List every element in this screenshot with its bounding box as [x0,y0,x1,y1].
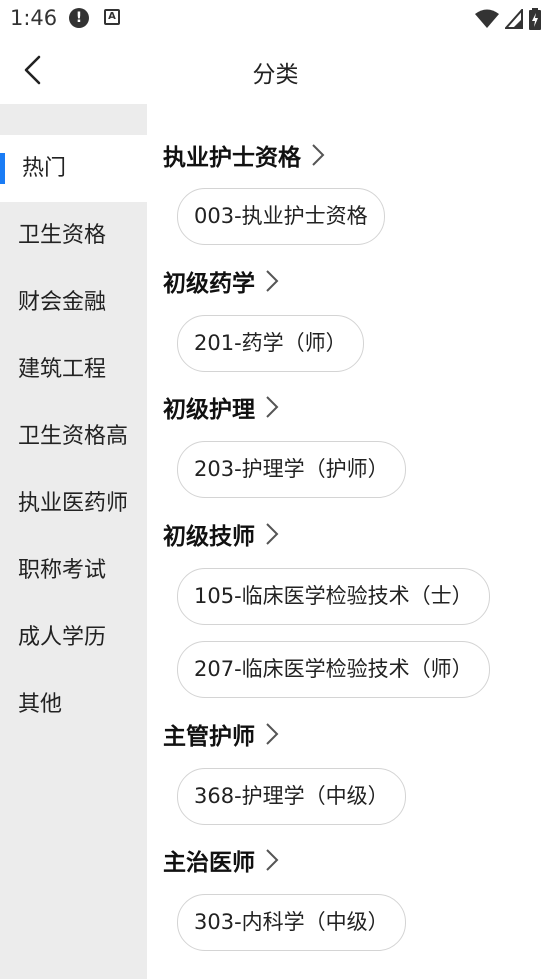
alert-icon: ! [69,8,89,28]
sidebar-item-label: 热门 [22,156,67,181]
status-time: 1:46 [10,6,58,30]
exam-chip[interactable]: 203-护理学（护师） [177,441,406,498]
section-title-charge-nurse[interactable]: 主管护师 [163,717,279,751]
sidebar-item-other[interactable]: 其他 [0,671,147,738]
app-header: 分类 [0,36,551,104]
exam-chip[interactable]: 105-临床医学检验技术（士） [177,568,490,625]
exam-chip[interactable]: 207-临床医学检验技术（师） [177,641,490,698]
exam-chip[interactable]: 303-内科学（中级） [177,894,406,951]
exam-chip[interactable]: 201-药学（师） [177,315,364,372]
chevron-right-icon [266,723,279,745]
status-icons [475,8,541,30]
section-title-junior-pharmacy[interactable]: 初级药学 [163,264,279,298]
section-title-text: 主管护师 [163,724,255,750]
exam-chip[interactable]: 368-护理学（中级） [177,768,406,825]
sidebar-item-label: 职称考试 [18,558,107,583]
page-title: 分类 [252,62,299,88]
sidebar-item-label: 成人学历 [18,625,107,650]
section-title-text: 主治医师 [163,850,255,876]
sidebar-item-label: 卫生资格高 [18,424,129,449]
sidebar-item-health-senior[interactable]: 卫生资格高 [0,403,147,470]
section-title-text: 初级药学 [163,271,255,297]
sidebar-item-professional-title[interactable]: 职称考试 [0,537,147,604]
sidebar-item-pharmacist[interactable]: 执业医药师 [0,470,147,537]
sidebar-item-health-qualification[interactable]: 卫生资格 [0,202,147,269]
section-title-junior-technician[interactable]: 初级技师 [163,517,279,551]
section-title-text: 初级技师 [163,524,255,550]
sidebar-item-label: 财会金融 [18,290,107,315]
battery-icon [529,8,541,30]
active-indicator [0,153,5,184]
wifi-icon [475,9,499,28]
category-sidebar: 热门 卫生资格 财会金融 建筑工程 卫生资格高 执业医药师 职称考试 成人学历 … [0,104,147,979]
section-title-nurse[interactable]: 执业护士资格 [163,138,325,172]
a-notification-icon: A [104,9,120,25]
section-title-text: 初级护理 [163,397,255,423]
chevron-right-icon [266,523,279,545]
signal-icon [505,9,523,29]
sidebar-item-adult-education[interactable]: 成人学历 [0,604,147,671]
chevron-right-icon [266,396,279,418]
section-title-attending-physician[interactable]: 主治医师 [163,843,279,877]
chevron-right-icon [266,849,279,871]
chevron-right-icon [266,270,279,292]
sidebar-item-label: 卫生资格 [18,223,107,248]
sidebar-item-construction[interactable]: 建筑工程 [0,336,147,403]
exam-chip[interactable]: 003-执业护士资格 [177,188,385,245]
category-content: 执业护士资格 003-执业护士资格 初级药学 201-药学（师） 初级护理 20… [147,104,551,979]
sidebar-item-label: 建筑工程 [18,357,107,382]
status-bar: 1:46 ! A [0,0,551,36]
sidebar-item-accounting-finance[interactable]: 财会金融 [0,269,147,336]
sidebar-item-hot[interactable]: 热门 [0,135,147,202]
sidebar-item-label: 其他 [18,692,63,717]
sidebar-item-label: 执业医药师 [18,491,129,516]
chevron-right-icon [312,144,325,166]
section-title-junior-nursing[interactable]: 初级护理 [163,390,279,424]
section-title-text: 执业护士资格 [163,145,301,171]
